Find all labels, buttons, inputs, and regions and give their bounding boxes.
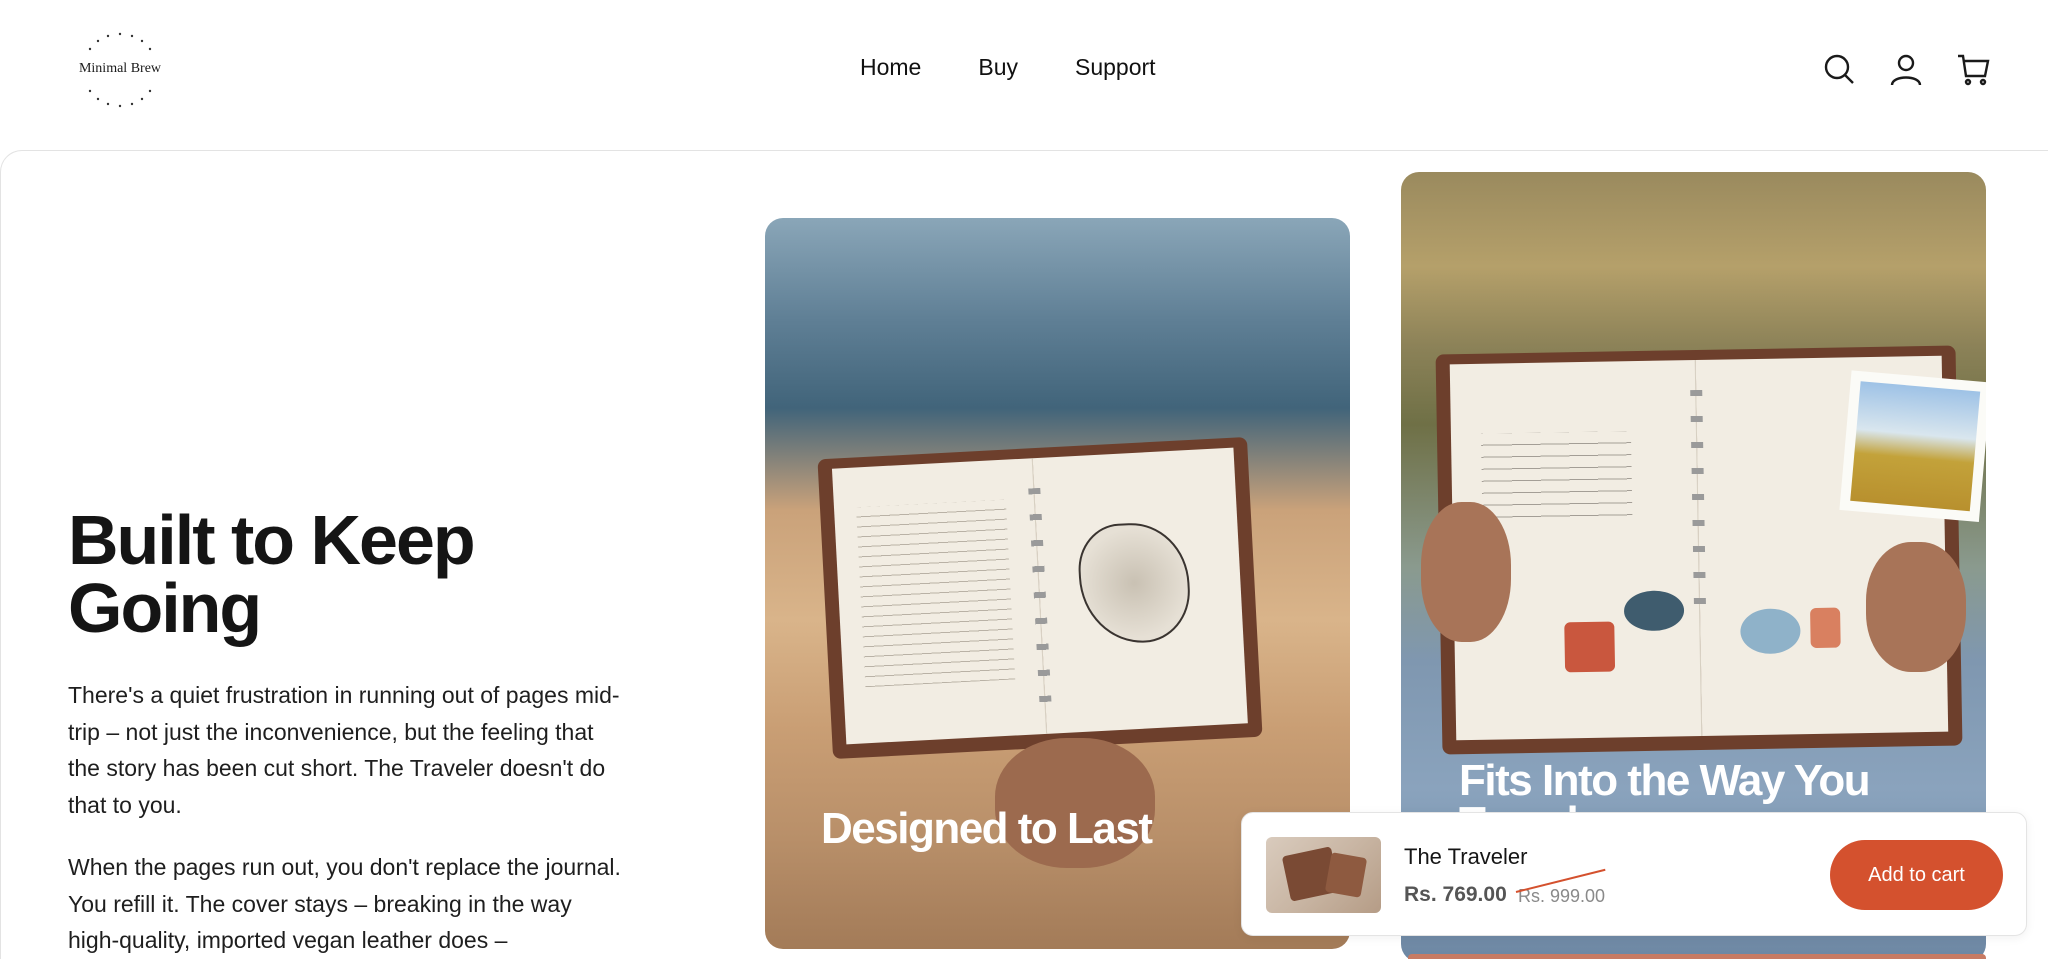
search-icon[interactable] bbox=[1822, 52, 1856, 86]
hero-title: Built to Keep Going bbox=[68, 501, 476, 647]
header-actions bbox=[1822, 52, 1990, 86]
cart-icon[interactable] bbox=[1956, 52, 1990, 86]
add-to-cart-button[interactable]: Add to cart bbox=[1830, 840, 2003, 910]
main-nav: Home Buy Support bbox=[860, 54, 1156, 81]
nav-buy[interactable]: Buy bbox=[978, 54, 1018, 81]
card-title: Designed to Last bbox=[821, 804, 1153, 853]
hero-paragraph: There's a quiet frustration in running o… bbox=[68, 682, 620, 818]
nav-support[interactable]: Support bbox=[1075, 54, 1156, 81]
logo[interactable]: Minimal Brew bbox=[70, 30, 170, 110]
nav-home[interactable]: Home bbox=[860, 54, 921, 81]
product-thumbnail bbox=[1266, 837, 1381, 913]
notebook-image bbox=[1435, 345, 1986, 755]
notebook-image bbox=[817, 436, 1263, 760]
product-name: The Traveler bbox=[1404, 844, 1528, 869]
site-header: Minimal Brew Home Buy Support bbox=[0, 0, 2048, 150]
hero-paragraph: When the pages run out, you don't replac… bbox=[68, 854, 621, 953]
logo-text: Minimal Brew bbox=[78, 61, 162, 76]
next-card-peek bbox=[1408, 954, 1986, 959]
sticky-add-to-cart: The Traveler Rs. 769.00 Rs. 999.00 Add t… bbox=[1241, 812, 2027, 936]
account-icon[interactable] bbox=[1889, 52, 1923, 86]
product-price: Rs. 769.00 bbox=[1404, 883, 1507, 906]
